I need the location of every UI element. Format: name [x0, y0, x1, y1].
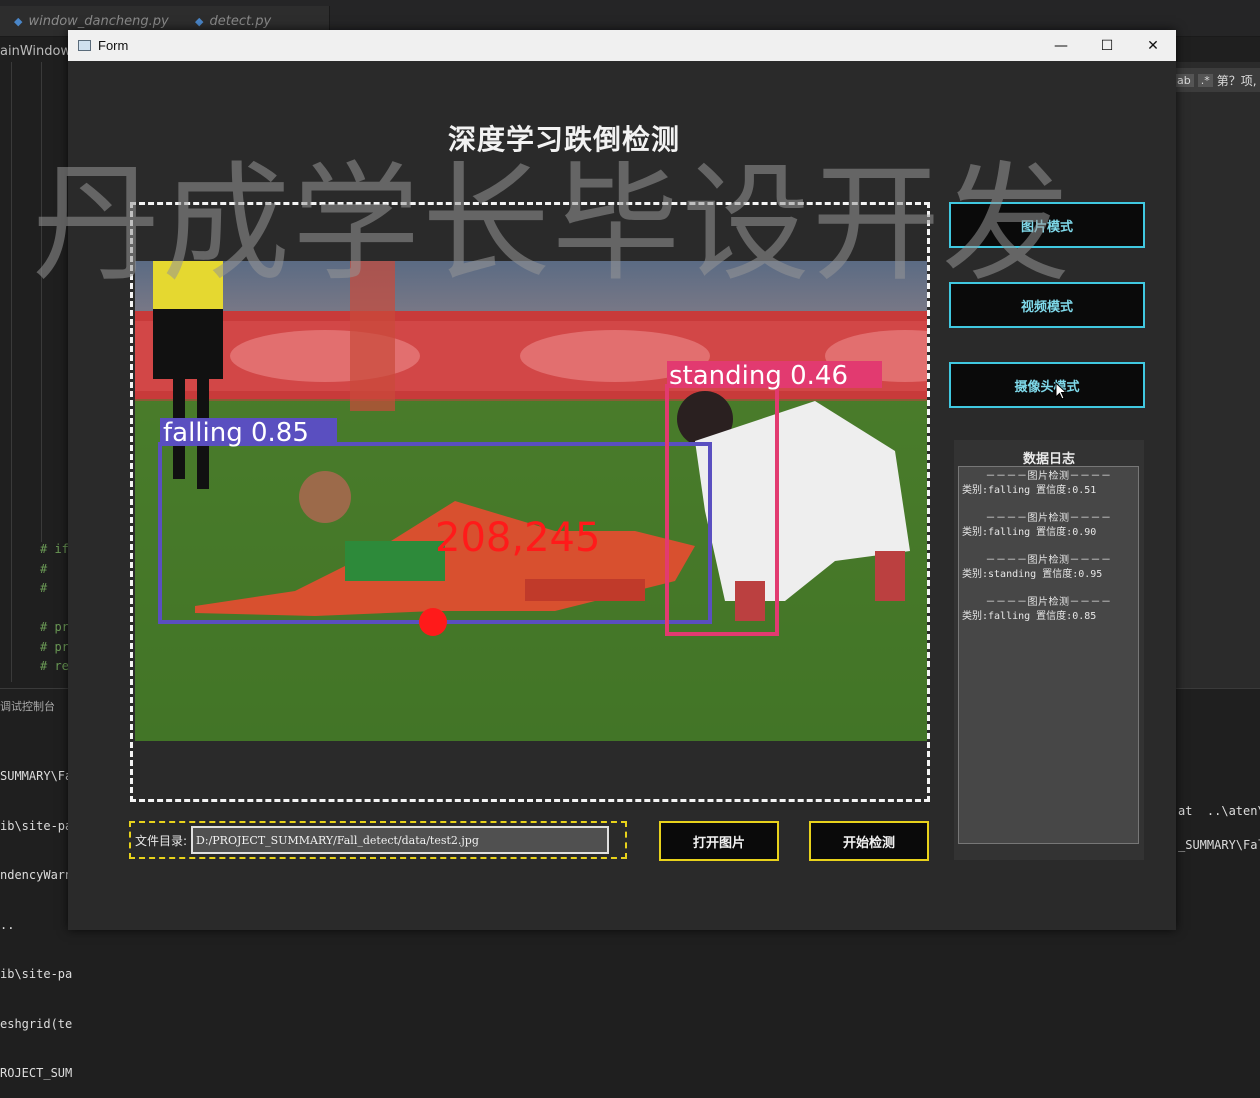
standing-label: standing 0.46 [669, 361, 848, 391]
ide-code-block: # if # # # pr # pr # re [40, 540, 69, 677]
terminal-line: .. [0, 917, 15, 932]
close-icon: ✕ [1147, 37, 1159, 54]
regex-toggle[interactable]: .* [1197, 73, 1213, 87]
page-title: 深度学习跌倒检测 [448, 123, 681, 156]
python-file-icon: ◆ [14, 14, 23, 28]
file-path-input[interactable] [191, 826, 610, 854]
falling-label: falling 0.85 [163, 418, 309, 448]
close-button[interactable]: ✕ [1130, 30, 1176, 61]
maximize-icon: ☐ [1100, 37, 1114, 54]
data-log-panel: 数据日志 －－－－图片检测－－－－ 类别:falling 置信度:0.51 －－… [954, 440, 1144, 860]
camera-mode-button[interactable]: 摄像头模式 [949, 362, 1145, 408]
app-window-icon [78, 40, 91, 51]
log-entry-header: －－－－图片检测－－－－ [985, 471, 1112, 482]
terminal-line: ib\site-pa [0, 818, 73, 833]
data-log-textbox[interactable]: －－－－图片检测－－－－ 类别:falling 置信度:0.51 －－－－图片检… [958, 466, 1139, 844]
log-entry-header: －－－－图片检测－－－－ [985, 513, 1112, 524]
terminal-line: eshgrid(te [0, 1016, 73, 1031]
ide-tab-label: window_dancheng.py [28, 13, 169, 29]
code-line: # pr [40, 620, 69, 634]
ide-indent-guide [41, 62, 42, 542]
terminal-line: SUMMARY\Fa [0, 769, 73, 783]
code-line: # [40, 561, 48, 576]
form-window: Form — ☐ ✕ 深度学习跌倒检测 falling 0.85 standin… [32, 30, 1176, 930]
file-path-group: 文件目录: [129, 821, 627, 859]
center-point-marker [419, 608, 447, 636]
terminal-line: at ..\aten\ [1178, 804, 1260, 818]
ide-find-bar[interactable]: ab .* 第？项, [1170, 68, 1260, 92]
terminal-line: ib\site-pa [0, 967, 73, 981]
mouse-cursor-icon [1055, 382, 1067, 400]
start-detection-button[interactable]: 开始检测 [809, 821, 929, 861]
log-entry-line: 类别:falling 置信度:0.51 [962, 485, 1097, 496]
window-title: Form [98, 38, 129, 53]
log-entry: －－－－图片检测－－－－ 类别:falling 置信度:0.85 [962, 596, 1135, 624]
find-result-count: 第？项, [1216, 73, 1257, 88]
file-path-label: 文件目录: [135, 833, 188, 848]
log-entry-header: －－－－图片检测－－－－ [985, 555, 1112, 566]
detection-result-image: falling 0.85 standing 0.46 208,245 [135, 261, 927, 741]
terminal-line: ndencyWarn [0, 868, 73, 882]
log-entry: －－－－图片检测－－－－ 类别:falling 置信度:0.90 [962, 512, 1135, 540]
log-entry-line: 类别:falling 置信度:0.85 [962, 611, 1097, 622]
code-line: # re [40, 659, 69, 673]
code-line: # if [40, 542, 69, 556]
ide-indent-guide [11, 62, 12, 682]
background-player [350, 261, 395, 411]
terminal-line: ROJECT_SUM [0, 1066, 73, 1080]
maximize-button[interactable]: ☐ [1084, 30, 1130, 61]
detection-photo-svg: falling 0.85 standing 0.46 208,245 [135, 261, 927, 741]
video-mode-button[interactable]: 视频模式 [949, 282, 1145, 328]
data-log-title: 数据日志 [1022, 452, 1075, 467]
open-image-button[interactable]: 打开图片 [659, 821, 779, 861]
code-line: # pr [40, 639, 69, 654]
ide-terminal-title[interactable]: 调试控制台 [0, 698, 55, 714]
match-whole-word-toggle[interactable]: ab [1174, 73, 1194, 87]
image-mode-button[interactable]: 图片模式 [949, 202, 1145, 248]
image-preview-frame: falling 0.85 standing 0.46 208,245 [130, 202, 930, 802]
log-entry-line: 类别:standing 置信度:0.95 [962, 569, 1103, 580]
log-entry: －－－－图片检测－－－－ 类别:standing 置信度:0.95 [962, 554, 1135, 582]
ide-terminal-output: SUMMARY\Fa ib\site-pa ndencyWarn .. ib\s… [0, 735, 72, 1098]
log-entry-header: －－－－图片检测－－－－ [985, 597, 1112, 608]
center-coordinate-text: 208,245 [435, 515, 600, 561]
terminal-line: _SUMMARY\Fal [1178, 838, 1260, 852]
ide-tab-label: detect.py [209, 13, 272, 29]
log-entry: －－－－图片检测－－－－ 类别:falling 置信度:0.51 [962, 470, 1135, 498]
window-titlebar[interactable]: Form — ☐ ✕ [68, 30, 1176, 61]
ide-editor-right-area [1176, 62, 1260, 688]
minimize-button[interactable]: — [1038, 30, 1084, 61]
minimize-icon: — [1054, 37, 1068, 54]
code-line: # [40, 581, 48, 595]
log-entry-line: 类别:falling 置信度:0.90 [962, 527, 1097, 538]
python-file-icon: ◆ [195, 14, 204, 28]
